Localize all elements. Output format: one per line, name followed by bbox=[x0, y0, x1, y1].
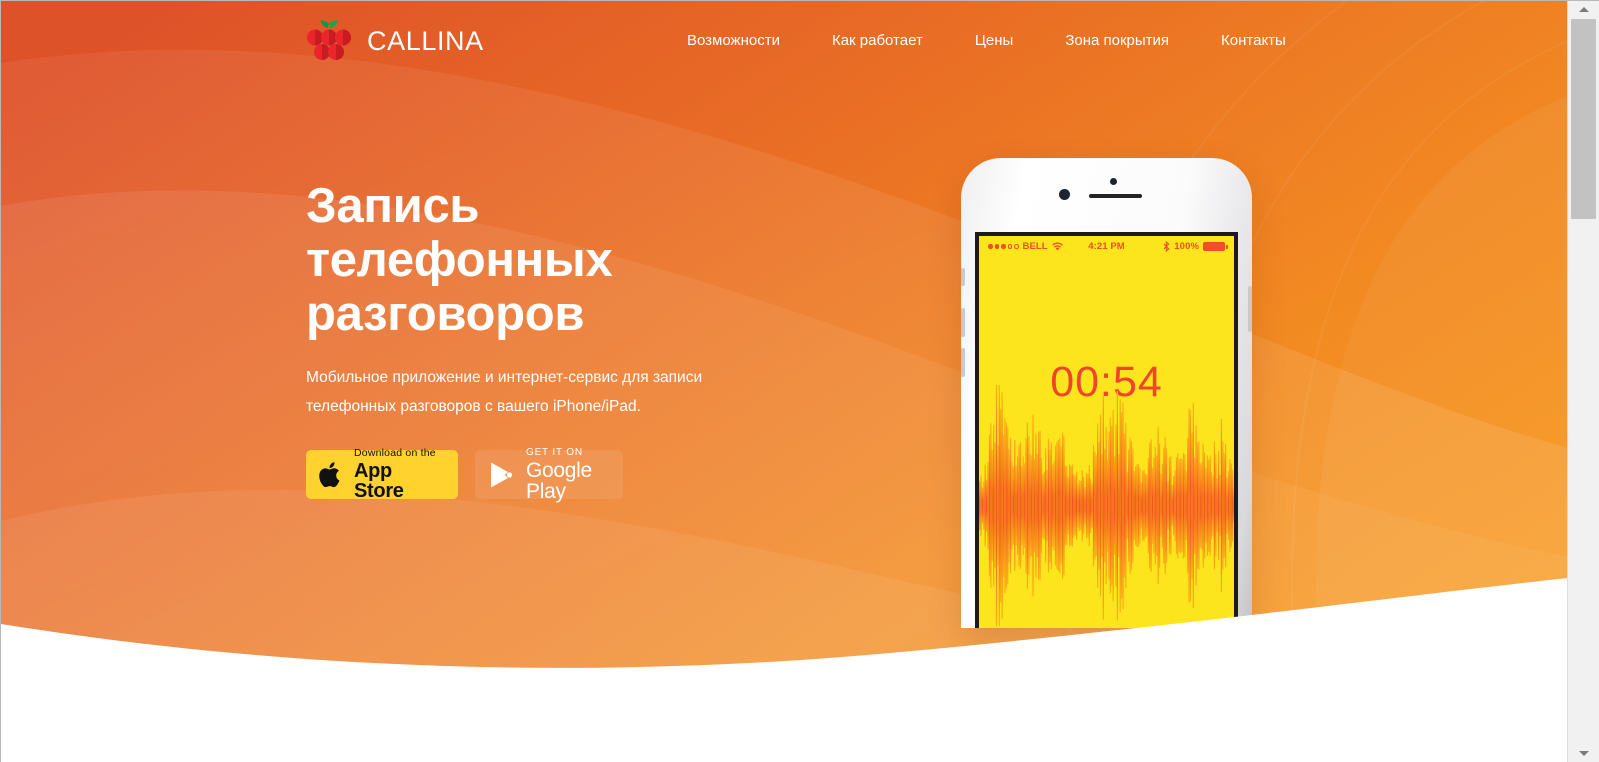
bluetooth-icon bbox=[1163, 241, 1170, 252]
battery-full-icon bbox=[1203, 242, 1228, 251]
scroll-down-arrow-icon[interactable] bbox=[1568, 745, 1599, 762]
proximity-sensor-icon bbox=[1110, 178, 1117, 185]
app-store-prefix: Download on the bbox=[354, 447, 436, 460]
mute-switch bbox=[961, 268, 965, 286]
nav-item-pricing[interactable]: Цены bbox=[975, 28, 1014, 53]
vertical-scrollbar[interactable] bbox=[1567, 1, 1599, 762]
store-badges: Download on the App Store GET IT ON Goog… bbox=[306, 446, 623, 503]
nav-item-contacts[interactable]: Контакты bbox=[1221, 28, 1286, 53]
iphone-mockup: BELL 4:21 PM 100% 00:54 bbox=[954, 158, 1259, 628]
nav-item-coverage[interactable]: Зона покрытия bbox=[1065, 28, 1169, 53]
google-play-button[interactable]: GET IT ON Google Play bbox=[475, 446, 623, 503]
volume-down-button bbox=[961, 348, 965, 377]
front-camera-icon bbox=[1059, 189, 1070, 200]
brand-logo-link[interactable]: CALLINA bbox=[304, 20, 484, 64]
site-header: CALLINA Возможности Как работает Цены Зо… bbox=[1, 1, 1568, 79]
google-play-prefix: GET IT ON bbox=[526, 446, 583, 458]
phone-body: BELL 4:21 PM 100% 00:54 bbox=[961, 158, 1252, 628]
nav-item-how-it-works[interactable]: Как работает bbox=[832, 28, 923, 53]
hero-background-graphic bbox=[1, 1, 1568, 701]
scroll-up-arrow-icon[interactable] bbox=[1568, 1, 1599, 18]
hero-section bbox=[1, 1, 1568, 701]
page-title: Запись телефонных разговоров bbox=[306, 179, 613, 341]
browser-viewport: BELL 4:21 PM 100% 00:54 CALLINA Возможно… bbox=[0, 0, 1599, 762]
earpiece-speaker-icon bbox=[1089, 194, 1142, 198]
volume-up-button bbox=[961, 308, 965, 337]
hero-copy: Запись телефонных разговоров Мобильное п… bbox=[306, 179, 776, 421]
audio-waveform-icon bbox=[979, 384, 1234, 627]
phone-status-bar: BELL 4:21 PM 100% bbox=[979, 236, 1234, 257]
status-bar-right: 100% bbox=[1163, 241, 1228, 252]
berry-cluster-icon bbox=[307, 20, 351, 60]
app-store-label: App Store bbox=[354, 459, 404, 502]
power-button bbox=[1248, 286, 1252, 332]
phone-screen: BELL 4:21 PM 100% 00:54 bbox=[975, 232, 1238, 628]
brand-name: CALLINA bbox=[367, 25, 484, 56]
hero-subtitle: Мобильное приложение и интернет-сервис д… bbox=[306, 369, 703, 415]
apple-logo-icon bbox=[319, 461, 340, 487]
battery-percent-label: 100% bbox=[1174, 241, 1199, 252]
app-store-button[interactable]: Download on the App Store bbox=[306, 447, 458, 502]
landing-page: BELL 4:21 PM 100% 00:54 CALLINA Возможно… bbox=[1, 1, 1568, 762]
google-play-label: Google Play bbox=[526, 458, 592, 503]
scroll-thumb[interactable] bbox=[1571, 19, 1596, 219]
main-navigation: Возможности Как работает Цены Зона покры… bbox=[687, 28, 1286, 53]
google-play-triangle-icon bbox=[491, 462, 513, 487]
nav-item-features[interactable]: Возможности bbox=[687, 28, 780, 53]
